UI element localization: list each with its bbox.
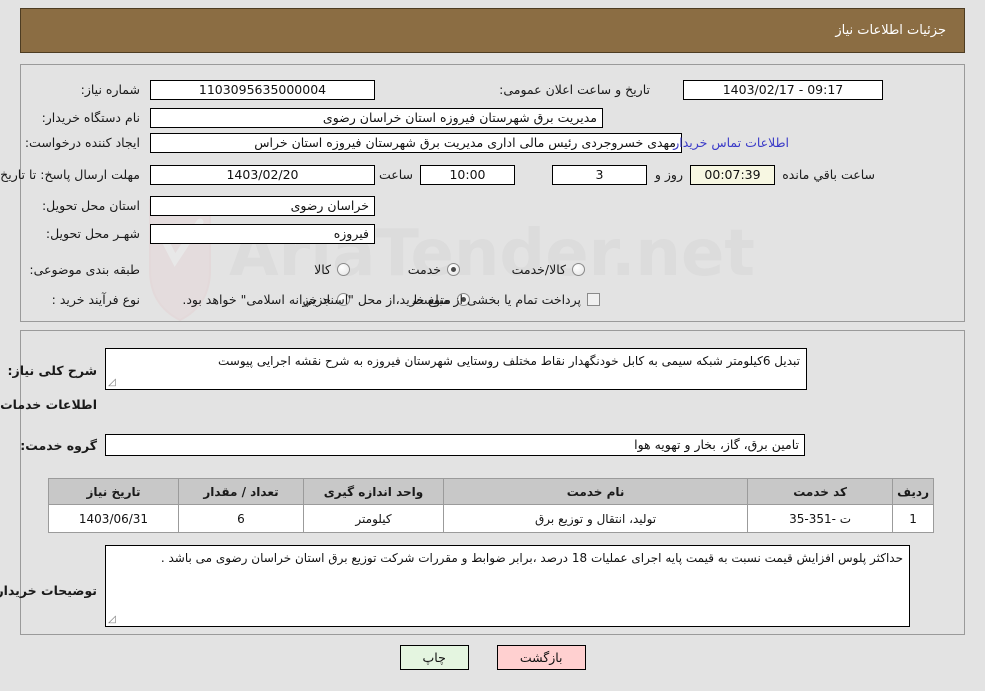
category-option-kala-khedmat-label: کالا/خدمت xyxy=(511,262,566,277)
cell-unit: کیلومتر xyxy=(303,504,444,533)
service-group-label: گروه خدمت: xyxy=(20,438,97,453)
description-textarea[interactable]: تبدیل 6کیلومتر شبکه سیمی به کابل خودنگهد… xyxy=(105,348,807,390)
remaining-time-label: ساعت باقي مانده xyxy=(782,167,875,182)
col-unit: واحد اندازه گیری xyxy=(303,478,444,505)
cell-need-date: 1403/06/31 xyxy=(48,504,179,533)
description-value: تبدیل 6کیلومتر شبکه سیمی به کابل خودنگهد… xyxy=(218,354,800,368)
buyer-notes-resize-grip-icon[interactable]: ◺ xyxy=(108,614,118,625)
deadline-time-value: 10:00 xyxy=(420,165,515,185)
col-code: کد خدمت xyxy=(747,478,894,505)
deadline-time-label: ساعت xyxy=(378,167,413,182)
services-table: ردیف کد خدمت نام خدمت واحد اندازه گیری ت… xyxy=(48,478,934,533)
cell-index: 1 xyxy=(892,504,934,533)
services-section-title: اطلاعات خدمات مورد نیاز xyxy=(0,397,97,412)
cell-code: ت -351-35 xyxy=(747,504,894,533)
category-option-kala[interactable]: کالا xyxy=(314,262,350,277)
page-header: جزئیات اطلاعات نیاز xyxy=(20,8,965,53)
deadline-date-value: 1403/02/20 xyxy=(150,165,375,185)
deadline-label: مهلت ارسال پاسخ: تا تاریخ: xyxy=(0,167,140,182)
category-option-kala-khedmat[interactable]: کالا/خدمت xyxy=(512,262,585,277)
announce-datetime-value: 09:17 - 1403/02/17 xyxy=(683,80,883,100)
service-group-value: تامین برق، گاز، بخار و تهویه هوا xyxy=(105,434,805,456)
category-option-kala-label: کالا xyxy=(314,262,331,277)
print-button[interactable]: چاپ xyxy=(399,645,469,670)
province-label: استان محل تحویل: xyxy=(41,198,140,213)
table-row[interactable]: 1 ت -351-35 تولید، انتقال و توزیع برق کی… xyxy=(48,504,934,533)
buyer-contact-link[interactable]: اطلاعات تماس خریدار xyxy=(673,135,789,150)
description-label: شرح کلی نیاز: xyxy=(7,363,97,378)
cell-quantity: 6 xyxy=(178,504,304,533)
category-option-khedmat-label: خدمت xyxy=(407,262,441,277)
buyer-org-label: نام دستگاه خریدار: xyxy=(41,110,140,125)
radio-kala-khedmat-icon[interactable] xyxy=(572,263,585,276)
need-number-label: شماره نیاز: xyxy=(80,82,140,97)
resize-grip-icon[interactable]: ◺ xyxy=(108,377,118,388)
process-label: نوع فرآیند خرید : xyxy=(51,292,140,307)
remaining-days-value: 3 xyxy=(552,165,647,185)
cell-name: تولید، انتقال و توزیع برق xyxy=(442,504,749,533)
buyer-org-value: مدیریت برق شهرستان فیروزه استان خراسان ر… xyxy=(150,108,603,128)
remaining-days-label: روز و xyxy=(654,167,683,182)
announce-datetime-label: تاریخ و ساعت اعلان عمومی: xyxy=(499,82,650,97)
radio-khedmat-icon[interactable] xyxy=(447,263,460,276)
need-number-value: 1103095635000004 xyxy=(150,80,375,100)
page-root: AriaTender.net جزئیات اطلاعات نیاز شماره… xyxy=(0,0,985,691)
requester-label: ایجاد کننده درخواست: xyxy=(24,135,140,150)
city-value: فیروزه xyxy=(150,224,375,244)
page-title: جزئیات اطلاعات نیاز xyxy=(835,23,946,38)
category-label: طبقه بندی موضوعی: xyxy=(29,262,140,277)
table-header-row: ردیف کد خدمت نام خدمت واحد اندازه گیری ت… xyxy=(48,478,934,505)
treasury-checkbox-option[interactable]: پرداخت تمام یا بخشی از مبلغ خرید،از محل … xyxy=(182,292,600,307)
action-button-bar: بازگشت چاپ xyxy=(0,645,985,670)
col-quantity: تعداد / مقدار xyxy=(178,478,304,505)
province-value: خراسان رضوی xyxy=(150,196,375,216)
requester-value: مهدی خسروجردی رئیس مالی اداری مدیریت برق… xyxy=(150,133,682,153)
radio-kala-icon[interactable] xyxy=(337,263,350,276)
remaining-time-value: 00:07:39 xyxy=(690,165,775,185)
buyer-notes-value: حداکثر پلوس افزایش قیمت نسبت به قیمت پای… xyxy=(160,551,903,565)
treasury-checkbox-icon[interactable] xyxy=(587,293,600,306)
back-button[interactable]: بازگشت xyxy=(496,645,586,670)
col-name: نام خدمت xyxy=(442,478,749,505)
category-option-khedmat[interactable]: خدمت xyxy=(408,262,460,277)
treasury-checkbox-label: پرداخت تمام یا بخشی از مبلغ خرید،از محل … xyxy=(182,292,581,307)
city-label: شهـر محل تحویل: xyxy=(45,226,140,241)
buyer-notes-label: توضیحات خریدار: xyxy=(0,583,97,598)
col-need-date: تاریخ نیاز xyxy=(48,478,179,505)
need-info-panel xyxy=(20,64,965,322)
col-index: ردیف xyxy=(892,478,934,505)
buyer-notes-textarea[interactable]: حداکثر پلوس افزایش قیمت نسبت به قیمت پای… xyxy=(105,545,910,627)
